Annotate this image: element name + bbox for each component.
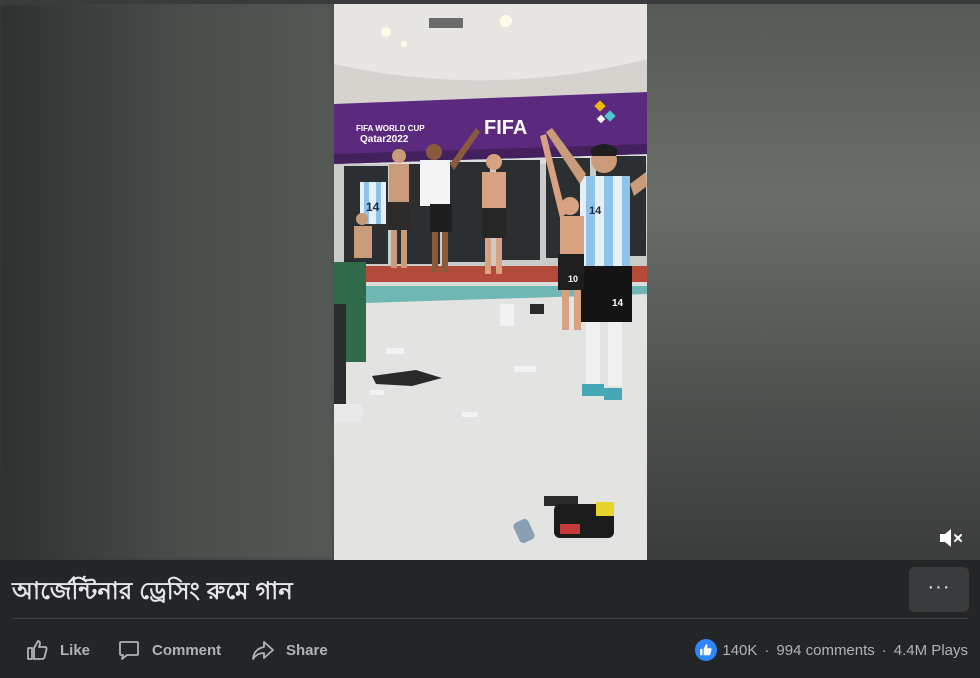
comment-count[interactable]: 994 comments (776, 642, 874, 659)
comment-label: Comment (152, 641, 222, 659)
mute-button[interactable] (936, 525, 966, 551)
ceiling-light (381, 27, 391, 37)
jersey-number-mid: 10 (568, 274, 578, 284)
comment-button[interactable]: Comment (116, 628, 221, 672)
comment-icon (116, 637, 142, 663)
share-label: Share (286, 641, 328, 659)
divider (12, 618, 968, 619)
banner-brand: FIFA (484, 117, 527, 139)
video-frame[interactable]: FIFA WORLD CUP Qatar2022 FIFA 14 14 14 1… (334, 4, 647, 560)
video-scene: FIFA WORLD CUP Qatar2022 FIFA 14 14 14 1… (334, 4, 647, 560)
thumbs-up-icon (24, 637, 50, 663)
post-title: আর্জেন্টিনার ড্রেসিং রুমে গান (12, 578, 293, 605)
jersey-number-left: 14 (366, 200, 380, 214)
ceiling-light (500, 15, 512, 27)
stats-separator: · (764, 641, 770, 659)
post-stats: 140K · 994 comments · 4.4M Plays (695, 628, 968, 672)
video-player[interactable]: FIFA WORLD CUP Qatar2022 FIFA 14 14 14 1… (0, 4, 980, 560)
speaker-muted-icon (940, 529, 962, 547)
like-button[interactable]: Like (24, 628, 90, 672)
stats-separator: · (881, 641, 887, 659)
play-count: 4.4M Plays (893, 641, 968, 659)
reaction-count[interactable]: 140K (722, 642, 757, 659)
more-options-button[interactable]: ··· (909, 567, 969, 612)
video-blur-backdrop-right (647, 4, 980, 560)
like-reaction-icon (695, 639, 718, 661)
banner-event-line2: Qatar2022 (360, 134, 409, 145)
video-blur-backdrop-left (0, 4, 334, 560)
jersey-number-front: 14 (589, 205, 602, 217)
share-icon (250, 637, 276, 663)
action-bar: Like Comment Share 140K · 994 comments ·… (0, 628, 980, 672)
like-label: Like (60, 641, 91, 659)
shorts-number: 14 (612, 298, 624, 309)
banner-event-line1: FIFA WORLD CUP (356, 124, 425, 133)
more-icon: ··· (927, 575, 951, 598)
share-button[interactable]: Share (250, 628, 328, 672)
ceiling-vent (429, 18, 463, 28)
